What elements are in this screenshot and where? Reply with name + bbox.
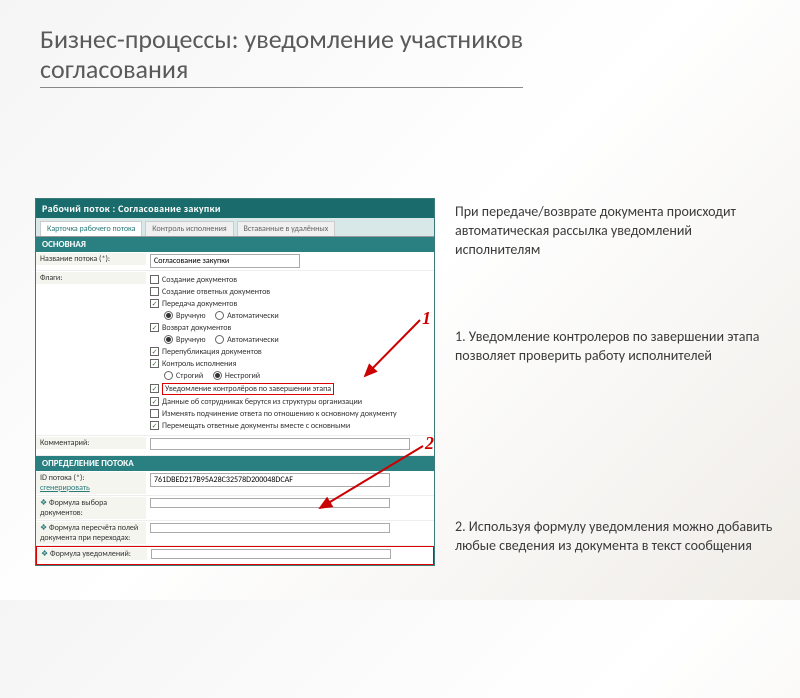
- flag-control-mode[interactable]: Строгий Нестрогий: [150, 370, 430, 382]
- link-generate[interactable]: сгенерировать: [40, 483, 90, 493]
- row-formula-select: ❖ Формула выбора документов:: [36, 496, 434, 521]
- flag-transfer-mode[interactable]: Вручную Автоматически: [150, 310, 430, 322]
- input-comment[interactable]: [150, 438, 410, 450]
- label-formula-notify: ❖ Формула уведомлений:: [37, 548, 147, 560]
- tab-card[interactable]: Карточка рабочего потока: [40, 221, 142, 236]
- flag-return-mode[interactable]: Вручную Автоматически: [150, 334, 430, 346]
- input-formula-select[interactable]: [150, 498, 390, 508]
- flag-transfer[interactable]: Передача документов: [150, 298, 430, 310]
- tab-control[interactable]: Контроль исполнения: [145, 221, 233, 236]
- flag-create-reply[interactable]: Создание ответных документов: [150, 286, 430, 298]
- annotation-2: 2: [425, 433, 434, 454]
- section-definition: ОПРЕДЕЛЕНИЕ ПОТОКА: [36, 456, 434, 471]
- label-comment: Комментарий:: [36, 437, 146, 449]
- flag-republish[interactable]: Перепубликация документов: [150, 346, 430, 358]
- flag-create-docs[interactable]: Создание документов: [150, 274, 430, 286]
- label-id: ID потока (*): сгенерировать: [36, 472, 146, 494]
- label-formula-select: ❖ Формула выбора документов:: [36, 497, 146, 519]
- input-id[interactable]: 761DBED217B95A28C32578D200048DCAF: [150, 473, 390, 487]
- input-name[interactable]: Согласование закупки: [150, 254, 300, 268]
- description-intro: При передаче/возврате документа происход…: [455, 203, 775, 260]
- flag-change-subord[interactable]: Изменять подчинение ответа по отношению …: [150, 408, 430, 420]
- annotation-1: 1: [422, 308, 431, 329]
- slide-title: Бизнес-процессы: уведомление участников …: [0, 0, 800, 98]
- row-flags: Флаги: Создание документов Создание отве…: [36, 271, 434, 436]
- section-main: ОСНОВНАЯ: [36, 237, 434, 252]
- flag-staff-data[interactable]: Данные об сотрудниках берутся из структу…: [150, 396, 430, 408]
- description-point2: 2. Используя формулу уведомления можно д…: [455, 518, 785, 556]
- input-formula-notify[interactable]: [151, 549, 391, 559]
- row-formula-notify: ❖ Формула уведомлений:: [36, 546, 434, 565]
- window-titlebar: Рабочий поток : Согласование закупки: [36, 199, 434, 218]
- flag-notify-controllers[interactable]: Уведомление контролёров по завершении эт…: [150, 382, 430, 396]
- app-window: Рабочий поток : Согласование закупки Кар…: [35, 198, 435, 566]
- row-id: ID потока (*): сгенерировать 761DBED217B…: [36, 471, 434, 496]
- flag-move-reply[interactable]: Перемещать ответные документы вместе с о…: [150, 420, 430, 432]
- description-point1: 1. Уведомление контролеров по завершении…: [455, 328, 785, 366]
- tab-inserted[interactable]: Вставанные в удалённых: [237, 221, 336, 236]
- row-comment: Комментарий:: [36, 436, 434, 456]
- label-name: Название потока (*):: [36, 253, 146, 265]
- flag-control[interactable]: Контроль исполнения: [150, 358, 430, 370]
- tab-bar: Карточка рабочего потока Контроль исполн…: [36, 218, 434, 237]
- row-name: Название потока (*): Согласование закупк…: [36, 252, 434, 271]
- flag-return[interactable]: Возврат документов: [150, 322, 430, 334]
- label-flags: Флаги:: [36, 272, 146, 284]
- row-formula-recalc: ❖ Формула пересчёта полей документа при …: [36, 521, 434, 546]
- label-formula-recalc: ❖ Формула пересчёта полей документа при …: [36, 522, 146, 544]
- input-formula-recalc[interactable]: [150, 523, 390, 533]
